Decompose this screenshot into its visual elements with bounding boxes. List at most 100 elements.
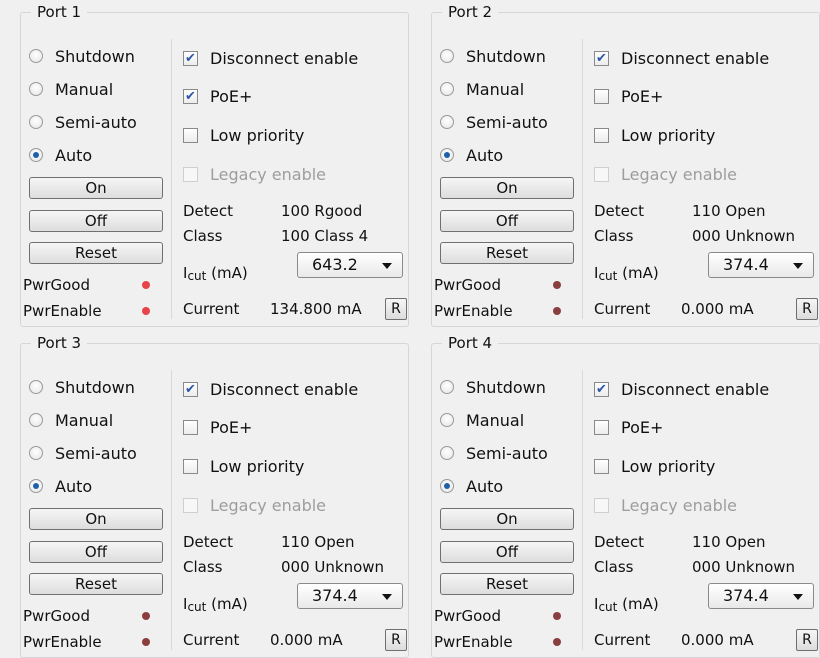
disconnect-enable-checkbox[interactable]: ✔ Disconnect enable bbox=[183, 375, 358, 403]
icut-label: Icut (mA) bbox=[183, 263, 248, 286]
detect-value: 110 Open bbox=[281, 533, 355, 551]
icut-select-value: 374.4 bbox=[312, 586, 358, 605]
mode-auto-radio[interactable]: Auto bbox=[29, 473, 92, 499]
legacy-enable-checkbox: Legacy enable bbox=[594, 160, 737, 188]
off-button[interactable]: Off bbox=[29, 541, 163, 563]
mode-auto-radio[interactable]: Auto bbox=[29, 142, 92, 168]
off-button[interactable]: Off bbox=[29, 210, 163, 232]
icut-label-unit: (mA) bbox=[211, 264, 248, 282]
detect-label: Detect bbox=[594, 533, 645, 551]
mode-label: Shutdown bbox=[55, 46, 135, 66]
checkbox-label: Disconnect enable bbox=[210, 48, 359, 68]
checkbox-icon bbox=[594, 127, 609, 143]
disconnect-enable-checkbox[interactable]: ✔ Disconnect enable bbox=[594, 44, 769, 72]
port-title: Port 2 bbox=[442, 2, 499, 22]
detect-label: Detect bbox=[594, 202, 645, 220]
pwr-good-led-icon bbox=[553, 612, 561, 620]
poe-plus-checkbox[interactable]: PoE+ bbox=[183, 413, 252, 441]
poe-plus-checkbox[interactable]: ✔ PoE+ bbox=[183, 82, 252, 110]
on-button[interactable]: On bbox=[29, 177, 163, 199]
mode-shutdown-radio[interactable]: Shutdown bbox=[440, 43, 546, 69]
on-button[interactable]: On bbox=[440, 508, 574, 530]
refresh-current-button[interactable]: R bbox=[385, 298, 407, 320]
column-divider bbox=[582, 370, 583, 650]
mode-manual-radio[interactable]: Manual bbox=[440, 76, 524, 102]
refresh-current-button[interactable]: R bbox=[796, 298, 818, 320]
refresh-current-button[interactable]: R bbox=[796, 629, 818, 651]
mode-shutdown-radio[interactable]: Shutdown bbox=[440, 374, 546, 400]
pwr-enable-label: PwrEnable bbox=[434, 302, 513, 320]
mode-label: Semi-auto bbox=[466, 112, 548, 132]
pwr-enable-label: PwrEnable bbox=[434, 633, 513, 651]
icut-select[interactable]: 374.4 bbox=[708, 252, 814, 278]
on-button[interactable]: On bbox=[440, 177, 574, 199]
mode-label: Auto bbox=[466, 145, 504, 165]
poe-plus-checkbox[interactable]: PoE+ bbox=[594, 82, 663, 110]
detect-value: 110 Open bbox=[692, 533, 766, 551]
mode-label: Shutdown bbox=[55, 377, 135, 397]
mode-manual-radio[interactable]: Manual bbox=[29, 407, 113, 433]
mode-auto-radio[interactable]: Auto bbox=[440, 473, 503, 499]
radio-button-icon bbox=[440, 115, 454, 129]
mode-auto-radio[interactable]: Auto bbox=[440, 142, 503, 168]
low-priority-checkbox[interactable]: Low priority bbox=[183, 452, 304, 480]
reset-button[interactable]: Reset bbox=[29, 573, 163, 595]
radio-button-icon bbox=[440, 82, 454, 96]
mode-label: Manual bbox=[466, 410, 525, 430]
port-3-panel: Port 3 Shutdown Manual Semi-auto Auto On… bbox=[20, 333, 409, 658]
reset-button[interactable]: Reset bbox=[440, 573, 574, 595]
class-label: Class bbox=[594, 558, 634, 576]
mode-manual-radio[interactable]: Manual bbox=[29, 76, 113, 102]
reset-button[interactable]: Reset bbox=[29, 242, 163, 264]
radio-button-icon bbox=[29, 82, 43, 96]
current-label: Current bbox=[594, 300, 651, 318]
checkbox-label: Low priority bbox=[621, 456, 716, 476]
mode-semi-auto-radio[interactable]: Semi-auto bbox=[440, 109, 548, 135]
low-priority-checkbox[interactable]: Low priority bbox=[183, 121, 304, 149]
class-value: 000 Unknown bbox=[281, 558, 385, 576]
refresh-current-button[interactable]: R bbox=[385, 629, 407, 651]
checkbox-label: Disconnect enable bbox=[621, 48, 770, 68]
mode-semi-auto-radio[interactable]: Semi-auto bbox=[29, 440, 137, 466]
icut-select-value: 374.4 bbox=[723, 586, 769, 605]
current-value: 0.000 mA bbox=[681, 631, 754, 649]
mode-label: Manual bbox=[55, 410, 114, 430]
checkbox-icon: ✔ bbox=[594, 50, 609, 66]
disconnect-enable-checkbox[interactable]: ✔ Disconnect enable bbox=[183, 44, 358, 72]
mode-label: Shutdown bbox=[466, 46, 546, 66]
low-priority-checkbox[interactable]: Low priority bbox=[594, 121, 715, 149]
icut-label-unit: (mA) bbox=[622, 595, 659, 613]
pwr-good-label: PwrGood bbox=[23, 276, 90, 294]
radio-button-icon bbox=[440, 380, 454, 394]
class-label: Class bbox=[183, 227, 223, 245]
chevron-down-icon bbox=[793, 263, 803, 269]
mode-label: Semi-auto bbox=[466, 443, 548, 463]
mode-semi-auto-radio[interactable]: Semi-auto bbox=[440, 440, 548, 466]
pwr-enable-label: PwrEnable bbox=[23, 302, 102, 320]
icut-label: Icut (mA) bbox=[183, 594, 248, 617]
checkbox-label: Disconnect enable bbox=[621, 379, 770, 399]
disconnect-enable-checkbox[interactable]: ✔ Disconnect enable bbox=[594, 375, 769, 403]
pwr-good-label: PwrGood bbox=[434, 607, 501, 625]
radio-button-icon bbox=[29, 413, 43, 427]
poe-plus-checkbox[interactable]: PoE+ bbox=[594, 413, 663, 441]
icut-select[interactable]: 643.2 bbox=[297, 252, 403, 278]
off-button[interactable]: Off bbox=[440, 210, 574, 232]
checkbox-label: Low priority bbox=[210, 125, 305, 145]
pwr-good-label: PwrGood bbox=[23, 607, 90, 625]
current-label: Current bbox=[594, 631, 651, 649]
mode-shutdown-radio[interactable]: Shutdown bbox=[29, 374, 135, 400]
low-priority-checkbox[interactable]: Low priority bbox=[594, 452, 715, 480]
reset-button[interactable]: Reset bbox=[440, 242, 574, 264]
port-2-panel: Port 2 Shutdown Manual Semi-auto Auto On… bbox=[431, 2, 820, 327]
mode-manual-radio[interactable]: Manual bbox=[440, 407, 524, 433]
icut-select[interactable]: 374.4 bbox=[297, 583, 403, 609]
off-button[interactable]: Off bbox=[440, 541, 574, 563]
mode-shutdown-radio[interactable]: Shutdown bbox=[29, 43, 135, 69]
icut-select[interactable]: 374.4 bbox=[708, 583, 814, 609]
on-button[interactable]: On bbox=[29, 508, 163, 530]
radio-button-icon bbox=[440, 413, 454, 427]
checkbox-icon bbox=[183, 497, 198, 513]
mode-semi-auto-radio[interactable]: Semi-auto bbox=[29, 109, 137, 135]
icut-label: Icut (mA) bbox=[594, 594, 659, 617]
